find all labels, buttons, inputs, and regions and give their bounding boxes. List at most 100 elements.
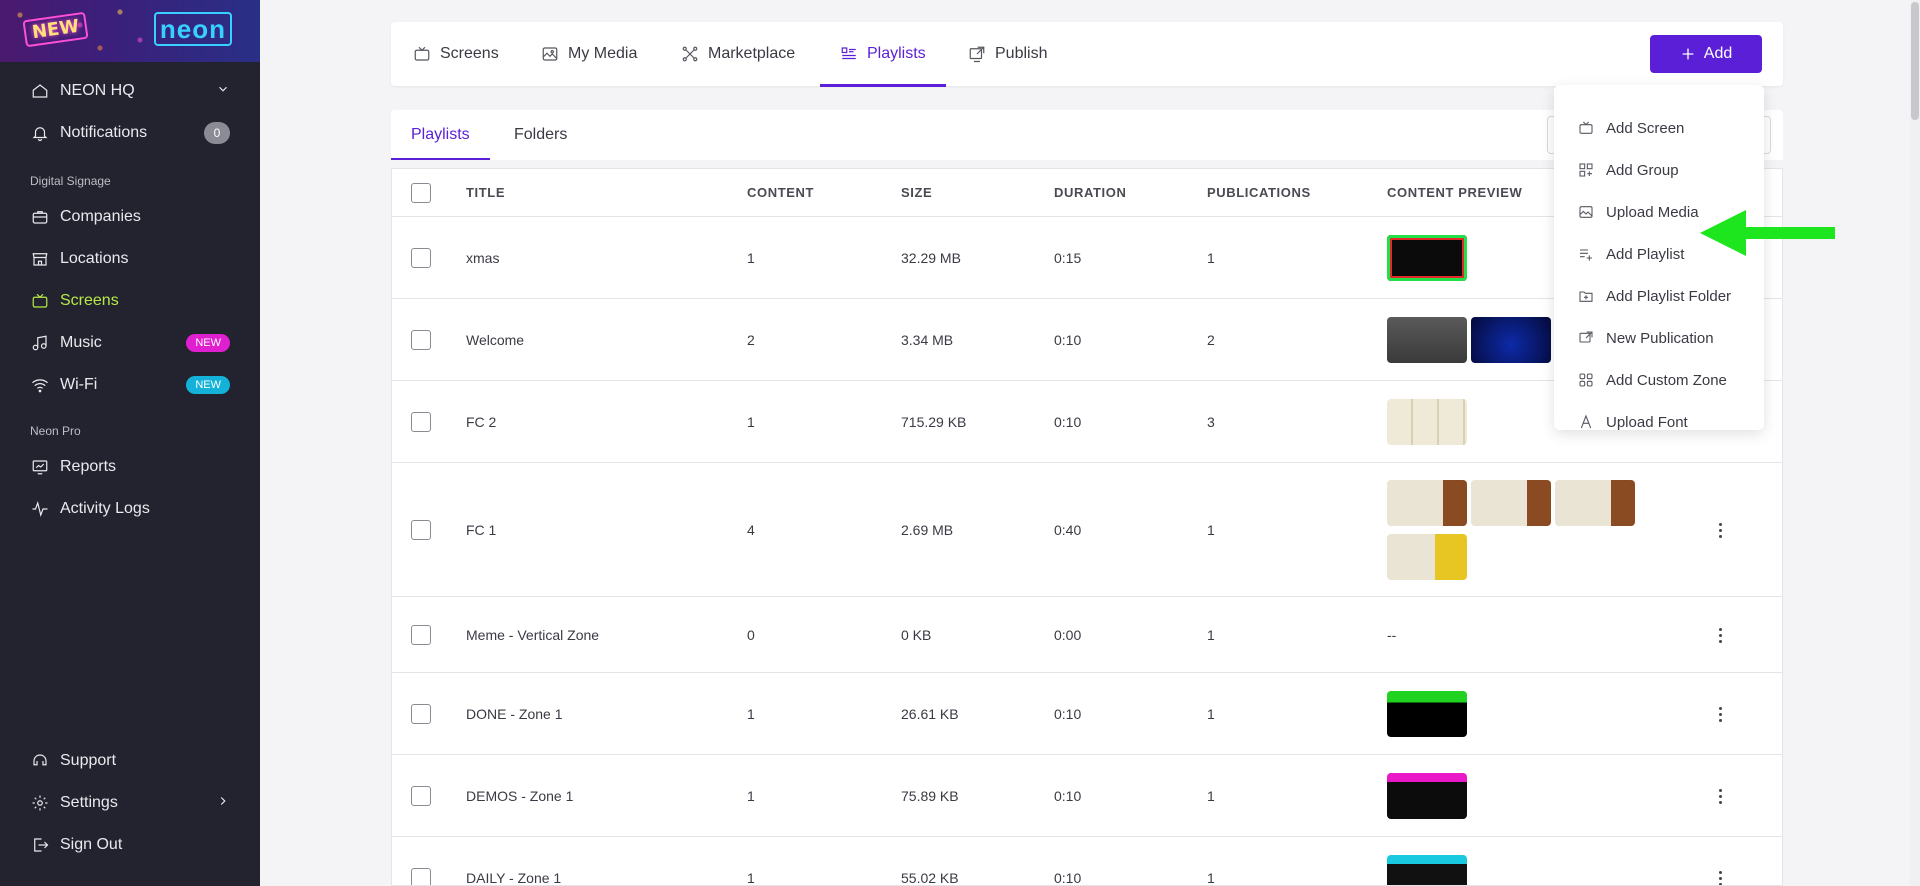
cell-duration: 0:10 [1054, 332, 1082, 348]
sidebar-item-notifications[interactable]: Notifications 0 [0, 112, 260, 154]
gear-icon [30, 793, 50, 813]
row-checkbox[interactable] [411, 786, 431, 806]
add-button-label: Add [1703, 45, 1733, 62]
row-actions-menu-icon[interactable] [1710, 520, 1730, 540]
content-preview-thumbnail[interactable] [1387, 691, 1467, 737]
cell-publications: 1 [1207, 870, 1215, 886]
select-all-checkbox[interactable] [411, 182, 431, 203]
subtab-playlists[interactable]: Playlists [391, 110, 490, 160]
green-arrow-annotation [1700, 210, 1835, 256]
sidebar-item-companies[interactable]: Companies [0, 196, 260, 238]
cell-title: FC 1 [466, 522, 497, 538]
row-checkbox[interactable] [411, 248, 431, 268]
row-checkbox[interactable] [411, 704, 431, 724]
sidebar-item-activity-logs[interactable]: Activity Logs [0, 488, 260, 530]
column-duration[interactable]: DURATION [1054, 185, 1126, 200]
cell-content: 1 [747, 870, 755, 886]
chevron-down-icon [216, 82, 230, 101]
company-selector[interactable]: NEON HQ [0, 70, 260, 112]
sidebar-item-sign-out[interactable]: Sign Out [0, 824, 260, 866]
tab-marketplace[interactable]: Marketplace [681, 22, 795, 86]
subtab-folders[interactable]: Folders [494, 110, 587, 160]
sidebar-item-label: Wi-Fi [60, 376, 98, 393]
sidebar-item-music[interactable]: Music NEW [0, 322, 260, 364]
menu-item-label: Add Custom Zone [1606, 371, 1727, 389]
sidebar-item-settings[interactable]: Settings [0, 782, 260, 824]
section-neon-pro: Neon Pro [30, 424, 81, 438]
menu-new-publication[interactable]: New Publication [1554, 317, 1764, 359]
company-name: NEON HQ [60, 82, 135, 99]
tab-screens[interactable]: Screens [413, 22, 499, 86]
table-row[interactable]: DEMOS - Zone 1 1 75.89 KB 0:10 1 [392, 755, 1782, 837]
group-icon [1579, 163, 1593, 177]
menu-add-playlist-folder[interactable]: Add Playlist Folder [1554, 275, 1764, 317]
row-actions-menu-icon[interactable] [1710, 625, 1730, 645]
column-size[interactable]: SIZE [901, 185, 932, 200]
cell-size: 32.29 MB [901, 250, 961, 266]
content-preview-thumbnail[interactable] [1387, 855, 1467, 885]
sidebar-item-support[interactable]: Support [0, 740, 260, 782]
cell-publications: 1 [1207, 788, 1215, 804]
menu-add-group[interactable]: Add Group [1554, 149, 1764, 191]
content-preview-thumbnail[interactable] [1471, 317, 1551, 363]
cell-content: 4 [747, 522, 755, 538]
sidebar-item-locations[interactable]: Locations [0, 238, 260, 280]
cell-content: 2 [747, 332, 755, 348]
cell-publications: 1 [1207, 627, 1215, 643]
table-row[interactable]: DAILY - Zone 1 1 55.02 KB 0:10 1 [392, 837, 1782, 886]
row-checkbox[interactable] [411, 520, 431, 540]
row-checkbox[interactable] [411, 625, 431, 645]
menu-item-label: Upload Font [1606, 413, 1688, 431]
tv-icon [30, 291, 50, 311]
cell-publications: 1 [1207, 522, 1215, 538]
cell-content: 1 [747, 706, 755, 722]
column-content[interactable]: CONTENT [747, 185, 814, 200]
music-icon [30, 333, 50, 353]
tab-playlists[interactable]: Playlists [820, 22, 946, 87]
cell-content: 1 [747, 414, 755, 430]
row-checkbox[interactable] [411, 330, 431, 350]
table-row[interactable]: FC 1 4 2.69 MB 0:40 1 [392, 463, 1782, 597]
scrollbar-thumb[interactable] [1911, 2, 1919, 120]
menu-add-custom-zone[interactable]: Add Custom Zone [1554, 359, 1764, 401]
tab-my-media[interactable]: My Media [541, 22, 637, 86]
plus-icon [1682, 48, 1694, 60]
row-actions-menu-icon[interactable] [1710, 786, 1730, 806]
content-preview-thumbnail[interactable] [1387, 773, 1467, 819]
table-row[interactable]: DONE - Zone 1 1 26.61 KB 0:10 1 [392, 673, 1782, 755]
neon-logo[interactable]: neon [153, 12, 232, 46]
cell-size: 75.89 KB [901, 788, 959, 804]
add-button[interactable]: Add [1650, 35, 1762, 73]
publish-icon [1579, 331, 1593, 343]
row-actions-menu-icon[interactable] [1710, 868, 1730, 885]
menu-upload-font[interactable]: Upload Font [1554, 401, 1764, 443]
content-preview-thumbnail[interactable] [1387, 534, 1467, 580]
main-tabs-bar: Screens My Media Marketplace Playlists P… [391, 22, 1783, 87]
content-preview-thumbnail[interactable] [1387, 480, 1467, 526]
tv-icon [1579, 121, 1593, 134]
sidebar-item-label: Settings [60, 794, 118, 811]
content-preview-thumbnail[interactable] [1387, 235, 1467, 281]
sidebar-item-reports[interactable]: Reports [0, 446, 260, 488]
column-title[interactable]: TITLE [466, 185, 505, 200]
content-preview-thumbnail[interactable] [1471, 480, 1551, 526]
content-preview-thumbnail[interactable] [1555, 480, 1635, 526]
page-scrollbar[interactable] [1910, 0, 1920, 886]
tab-label: Publish [995, 45, 1048, 62]
content-preview-thumbnail[interactable] [1387, 399, 1467, 445]
column-publications[interactable]: PUBLICATIONS [1207, 185, 1311, 200]
sidebar-item-wifi[interactable]: Wi-Fi NEW [0, 364, 260, 406]
add-dropdown-menu: Add Screen Add Group Upload Media Add Pl… [1554, 85, 1764, 431]
menu-add-screen[interactable]: Add Screen [1554, 107, 1764, 149]
table-row[interactable]: Meme - Vertical Zone 0 0 KB 0:00 1 -- [392, 597, 1782, 673]
tab-publish[interactable]: Publish [968, 22, 1047, 86]
sidebar-item-screens[interactable]: Screens [0, 280, 260, 322]
row-checkbox[interactable] [411, 412, 431, 432]
sidebar-item-label: Notifications [60, 124, 148, 141]
row-checkbox[interactable] [411, 868, 431, 885]
cell-title: DEMOS - Zone 1 [466, 788, 574, 804]
content-preview-thumbnail[interactable] [1387, 317, 1467, 363]
tab-label: My Media [568, 45, 638, 62]
cell-title: FC 2 [466, 414, 497, 430]
row-actions-menu-icon[interactable] [1710, 704, 1730, 724]
